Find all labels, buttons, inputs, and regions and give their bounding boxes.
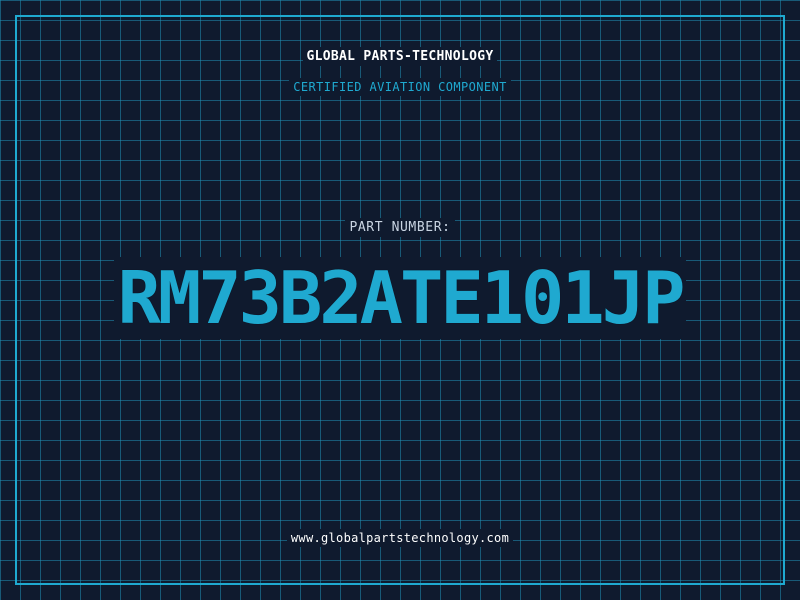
part-number-label: PART NUMBER: xyxy=(0,218,800,237)
part-number-value: RM73B2ATE101JP xyxy=(113,257,687,339)
part-number-label-text: PART NUMBER: xyxy=(345,218,455,237)
part-number: RM73B2ATE101JP xyxy=(0,257,800,339)
website-url: www.globalpartstechnology.com xyxy=(0,529,800,547)
part-label-card: GLOBAL PARTS-TECHNOLOGY CERTIFIED AVIATI… xyxy=(0,0,800,600)
company-name: GLOBAL PARTS-TECHNOLOGY xyxy=(0,47,800,66)
certification-tagline-text: CERTIFIED AVIATION COMPONENT xyxy=(289,78,511,96)
company-name-text: GLOBAL PARTS-TECHNOLOGY xyxy=(302,47,498,66)
certification-tagline: CERTIFIED AVIATION COMPONENT xyxy=(0,78,800,96)
website-url-text: www.globalpartstechnology.com xyxy=(286,529,514,547)
